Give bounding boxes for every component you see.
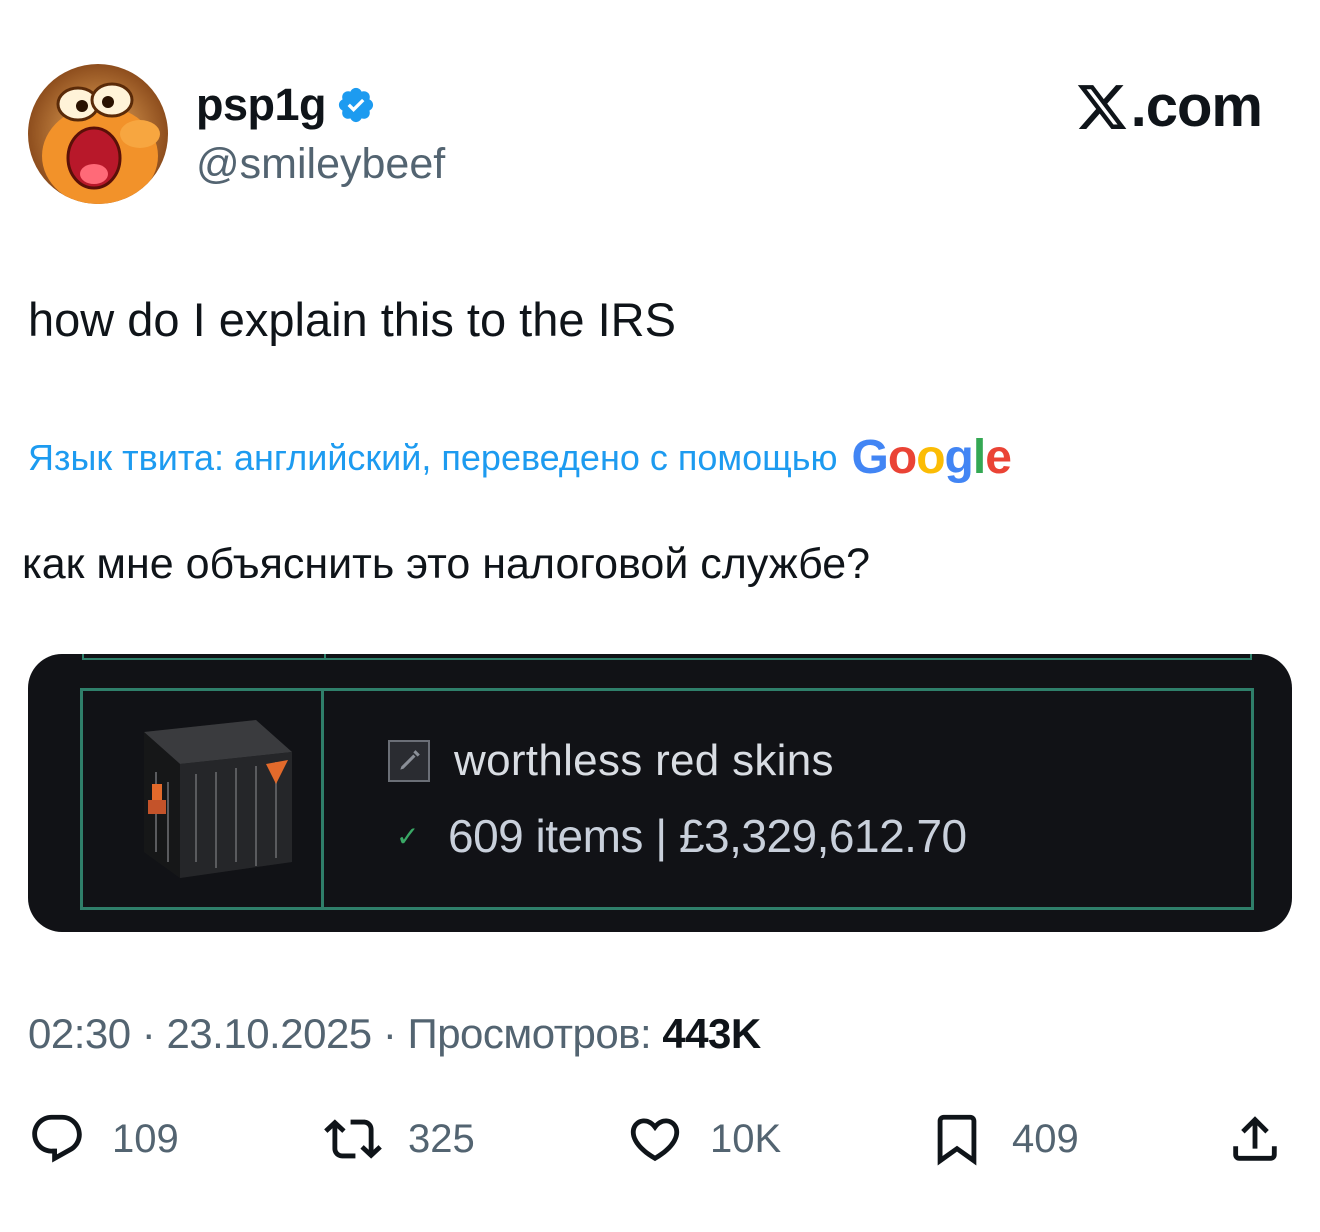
brand-domain: .com [1130,74,1263,139]
google-letter: G [851,431,889,484]
google-logo: Google [851,431,1012,484]
bookmark-icon [937,1114,977,1166]
translation-notice[interactable]: Язык твита: английский, переведено с пом… [28,432,838,484]
inventory-frame-divider [321,688,324,910]
google-letter: l [972,431,986,484]
views-label: Просмотров: [407,1010,652,1057]
reply-button[interactable]: 109 [28,1104,179,1174]
share-button[interactable] [1226,1104,1284,1174]
media-frame-top-divider [324,654,326,660]
views-count: 443K [662,1010,761,1057]
reply-icon [32,1114,82,1163]
tweet-date[interactable]: 23.10.2025 [166,1010,372,1057]
repost-count: 325 [408,1116,475,1161]
google-letter: o [916,431,945,484]
tweet-text: how do I explain this to the IRS [28,293,676,346]
google-letter: e [985,431,1012,484]
repost-icon [324,1119,382,1159]
google-letter: g [944,431,974,484]
google-letter: o [887,431,917,484]
tweet-meta: 02:30 · 23.10.2025 · Просмотров: 443K [28,1006,761,1062]
orange-smiling-blob-avatar [28,64,168,204]
meta-separator: · [141,1010,156,1057]
bookmark-button[interactable]: 409 [928,1104,1079,1174]
like-count: 10K [710,1116,782,1161]
brand-watermark: .com [1075,74,1263,140]
translated-tweet-text: как мне объяснить это налоговой службе? [22,540,871,588]
checkmark-icon: ✓ [396,821,420,852]
x-logo-icon [1077,85,1126,129]
meta-separator: · [382,1010,397,1057]
inventory-summary: 609 items | £3,329,612.70 [448,810,967,862]
share-icon [1233,1116,1277,1161]
repost-button[interactable]: 325 [324,1104,475,1174]
avatar[interactable] [28,64,168,204]
translation-notice-row[interactable]: Язык твита: английский, переведено с пом… [28,431,1012,484]
author-display-name[interactable]: psp1g [196,78,327,132]
tweet-actions: 109 325 10K 409 [28,1104,1292,1174]
author-display-name-row[interactable]: psp1g [196,78,376,132]
reply-count: 109 [112,1116,179,1161]
media-frame-top [82,654,1252,660]
tweet-time[interactable]: 02:30 [28,1010,131,1057]
like-button[interactable]: 10K [626,1104,781,1174]
bookmark-count: 409 [1012,1116,1079,1161]
author-handle[interactable]: @smileybeef [196,138,445,190]
verified-badge-icon [338,87,374,123]
pencil-icon[interactable] [388,740,430,782]
dark-weapon-case-icon [116,712,296,882]
heart-icon [630,1118,680,1162]
inventory-name: worthless red skins [454,736,834,785]
tweet-media-image[interactable]: worthless red skins ✓ 609 items | £3,329… [28,654,1292,932]
